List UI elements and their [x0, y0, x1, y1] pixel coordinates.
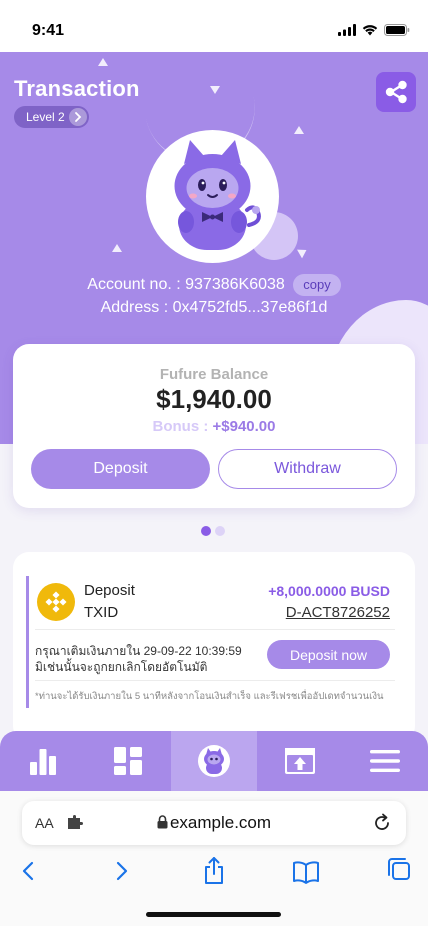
- share-button[interactable]: [376, 72, 416, 112]
- transaction-card: Deposit TXID +8,000.0000 BUSD D-ACT87262…: [13, 552, 415, 742]
- status-bar: 9:41: [0, 0, 428, 52]
- bottom-nav: [0, 731, 428, 791]
- address-bar[interactable]: AA example.com: [22, 801, 406, 845]
- browser-toolbar: [0, 856, 428, 888]
- divider: [35, 629, 395, 630]
- bonus-label: Bonus :: [152, 418, 209, 435]
- dashboard-grid-icon: [114, 747, 143, 775]
- nav-item-stats[interactable]: [0, 731, 86, 791]
- bnb-coin-icon: [37, 583, 75, 621]
- status-time: 9:41: [32, 22, 65, 39]
- transaction-accent-line: [26, 576, 29, 708]
- address-label: Address :: [100, 299, 169, 316]
- bar-chart-icon: [29, 749, 56, 775]
- upload-tray-icon: [284, 748, 315, 774]
- status-icons: [338, 24, 410, 36]
- carousel-dots: [201, 526, 225, 536]
- withdraw-button[interactable]: Withdraw: [218, 449, 397, 489]
- wifi-icon: [362, 25, 378, 36]
- back-icon[interactable]: [20, 856, 36, 886]
- page-title: Transaction: [14, 76, 140, 101]
- decorative-triangle: [297, 245, 309, 259]
- balance-label: Fufure Balance: [159, 366, 269, 383]
- transaction-type: Deposit: [84, 582, 135, 599]
- nav-item-home[interactable]: [171, 731, 257, 791]
- bonus-value: +$940.00: [212, 418, 276, 435]
- battery-icon: [384, 24, 410, 36]
- divider: [35, 680, 395, 681]
- mascot-avatar-icon: [174, 140, 261, 250]
- decorative-triangle: [294, 126, 304, 134]
- carousel-dot[interactable]: [215, 526, 225, 536]
- deposit-now-button[interactable]: Deposit now: [267, 640, 390, 669]
- url-display: example.com: [22, 813, 406, 833]
- deadline-line-1: กรุณาเติมเงินภายใน 29-09-22 10:39:59: [35, 644, 242, 658]
- url-text: example.com: [169, 813, 272, 832]
- address-row: Address : 0x4752fd5...37e86f1d: [0, 299, 428, 317]
- transaction-footnote: *ท่านจะได้รับเงินภายใน 5 นาทีหลังจากโอนเ…: [35, 691, 384, 702]
- copy-button[interactable]: copy: [293, 274, 341, 296]
- level-badge[interactable]: Level 2: [14, 106, 89, 128]
- bonus-row: Bonus : +$940.00: [13, 418, 415, 435]
- decorative-triangle: [210, 86, 220, 94]
- chevron-right-icon: [68, 108, 87, 126]
- account-number-value: 937386K6038: [185, 276, 285, 294]
- carousel-dot-active[interactable]: [201, 526, 211, 536]
- transaction-deadline-note: กรุณาเติมเงินภายใน 29-09-22 10:39:59 มิเ…: [35, 643, 265, 675]
- decorative-triangle: [112, 244, 122, 252]
- nav-item-menu[interactable]: [342, 731, 428, 791]
- reload-icon[interactable]: [372, 813, 392, 833]
- signal-icon: [338, 24, 356, 36]
- account-number-row: Account no. : 937386K6038 copy: [0, 274, 428, 296]
- deposit-button[interactable]: Deposit: [31, 449, 210, 489]
- nav-item-transfer[interactable]: [257, 731, 343, 791]
- mascot-icon: [197, 745, 230, 777]
- transaction-txid-label: TXID: [84, 604, 119, 621]
- deadline-line-2: มิเช่นนั้นจะถูกยกเลิกโดยอัตโนมัติ: [35, 660, 208, 674]
- menu-icon: [370, 750, 401, 772]
- home-indicator: [146, 912, 281, 917]
- forward-icon[interactable]: [114, 856, 130, 886]
- lock-icon: [157, 815, 168, 829]
- level-label: Level 2: [26, 110, 65, 124]
- transaction-reference-link[interactable]: D-ACT8726252: [286, 604, 390, 621]
- account-number-label: Account no. :: [87, 276, 181, 294]
- transaction-amount: +8,000.0000 BUSD: [268, 583, 390, 599]
- decorative-triangle: [98, 58, 108, 66]
- balance-card: Fufure Balance $1,940.00 Bonus : +$940.0…: [13, 344, 415, 508]
- avatar: [146, 130, 279, 263]
- bookmarks-icon[interactable]: [292, 856, 320, 886]
- address-value: 0x4752fd5...37e86f1d: [172, 299, 328, 316]
- share-icon: [385, 80, 407, 104]
- tabs-icon[interactable]: [386, 856, 412, 886]
- nav-item-dashboard[interactable]: [86, 731, 172, 791]
- share-sheet-icon[interactable]: [202, 856, 226, 886]
- balance-amount: $1,940.00: [156, 384, 272, 414]
